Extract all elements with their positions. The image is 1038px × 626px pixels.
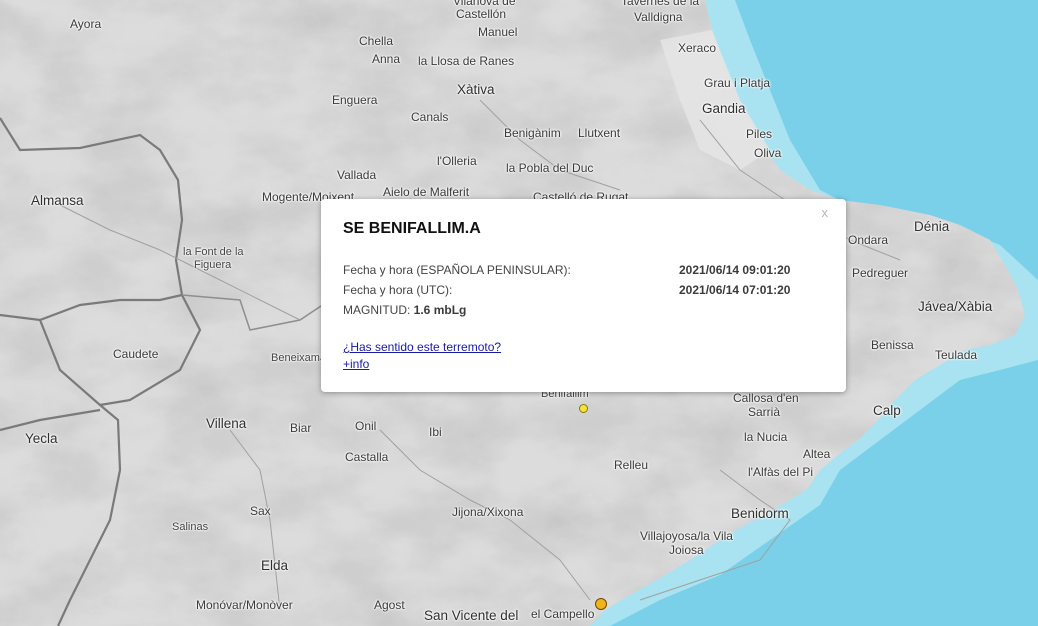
felt-earthquake-link[interactable]: ¿Has sentido este terremoto? [343,340,501,354]
place-label: Castellón [456,7,507,21]
place-label: la Pobla del Duc [506,161,594,175]
place-label: Sarrià [748,405,781,419]
place-label: Ayora [70,17,102,31]
place-label: la Llosa de Ranes [418,54,515,68]
place-label: Anna [372,52,401,66]
place-label: Ibi [429,425,442,439]
place-label: Joiosa [669,543,704,557]
place-label: Figuera [194,259,232,271]
utc-time-label: Fecha y hora (UTC): [343,283,453,297]
place-label: Tavernes de la [621,0,700,8]
place-label: Gandia [702,101,746,116]
place-label: Benidorm [731,506,789,521]
place-label: Beneixama [271,352,327,364]
place-label: Canals [411,110,449,124]
place-label: Jijona/Xixona [452,505,524,519]
place-label: la Font de la [183,246,244,258]
place-label: Manuel [478,25,518,39]
place-label: Yecla [25,431,58,446]
place-label: la Nucia [744,430,788,444]
place-label: Caudete [113,347,159,361]
place-label: Dénia [914,219,950,234]
place-label: Biar [290,421,312,435]
earthquake-marker[interactable] [579,404,588,413]
place-label: Elda [261,558,289,573]
local-time-value: 2021/06/14 09:01:20 [679,263,791,277]
place-label: Callosa d'en [733,391,799,405]
more-info-link[interactable]: +info [343,357,369,371]
place-label: Relleu [614,458,649,472]
place-label: Vallada [337,168,377,182]
place-label: l'Olleria [437,154,477,168]
place-label: Xàtiva [457,82,495,97]
place-label: Villena [206,416,247,431]
place-label: Chella [359,34,394,48]
place-label: Llutxent [578,126,621,140]
popup-title: SE BENIFALLIM.A [343,220,481,237]
place-label: San Vicente del [424,608,519,623]
magnitude-label: MAGNITUD: [343,303,414,317]
place-label: Piles [746,127,773,141]
place-label: Pedreguer [852,266,909,280]
place-label: Jávea/Xàbia [918,299,993,314]
earthquake-popup: x SE BENIFALLIM.A Fecha y hora (ESPAÑOLA… [321,199,846,392]
place-label: Teulada [935,348,978,362]
place-label: Castalla [345,450,389,464]
place-label: Salinas [172,521,209,533]
place-label: Agost [374,598,405,612]
place-label: Sax [250,504,271,518]
place-label: Oliva [754,146,782,160]
close-button[interactable]: x [822,205,829,220]
place-label: Altea [803,447,831,461]
place-label: Villajoyosa/la Vila [640,529,733,543]
place-label: l'Alfàs del Pi [748,465,813,479]
earthquake-marker[interactable] [595,598,607,610]
utc-time-value: 2021/06/14 07:01:20 [679,283,791,297]
place-label: Valldigna [634,10,683,24]
magnitude-row: MAGNITUD: 1.6 mbLg [343,303,466,317]
place-label: Onil [355,419,377,433]
place-label: el Campello [531,607,595,621]
place-label: Grau i Platja [704,76,771,90]
place-label: Monóvar/Monòver [196,598,293,612]
place-label: Benigànim [504,126,561,140]
local-time-label: Fecha y hora (ESPAÑOLA PENINSULAR): [343,263,571,277]
place-label: Benissa [871,338,914,352]
place-label: Almansa [31,193,84,208]
place-label: Enguera [332,93,378,107]
place-label: Ondara [848,233,889,247]
magnitude-value: 1.6 mbLg [413,303,467,317]
place-label: Aielo de Malferit [383,185,470,199]
place-label: Calp [873,403,901,418]
place-label: Xeraco [678,41,717,55]
